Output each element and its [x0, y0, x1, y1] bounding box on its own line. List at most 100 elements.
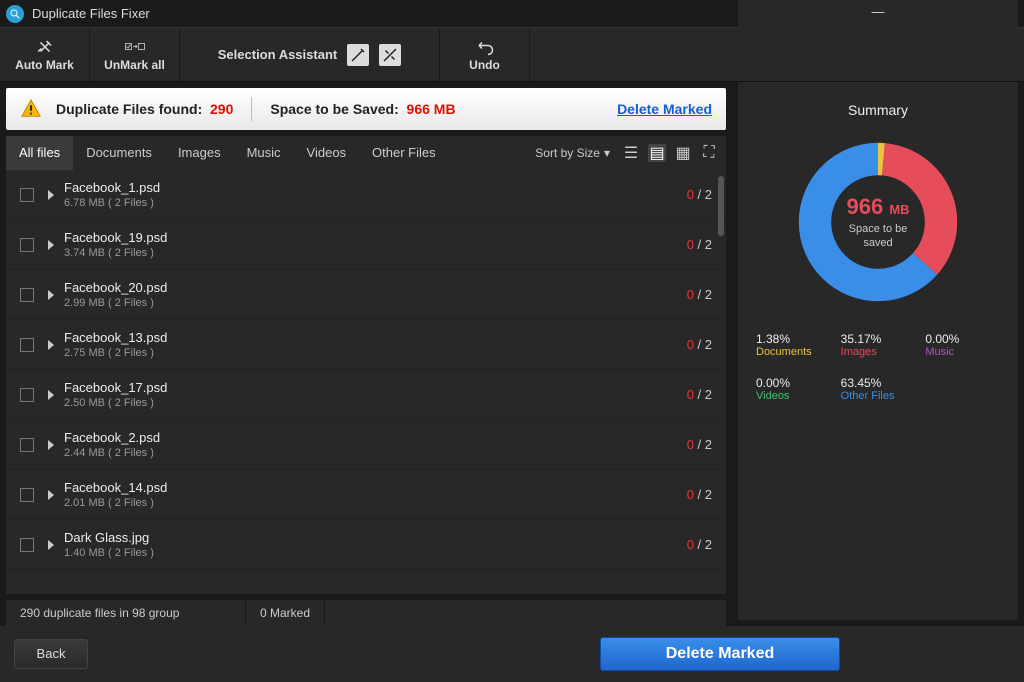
file-meta: 2.50 MB ( 2 Files ): [64, 397, 687, 409]
summary-legend: 1.38%Documents 35.17%Images 0.00%Music 0.00…: [756, 332, 1000, 402]
file-row[interactable]: Facebook_13.psd 2.75 MB ( 2 Files )0 / 2: [6, 320, 726, 370]
app-logo-icon: [6, 5, 24, 23]
file-row[interactable]: Facebook_19.psd3.74 MB ( 2 Files )0 / 2: [6, 220, 726, 270]
tab-all-files[interactable]: All files: [6, 136, 73, 170]
sort-dropdown[interactable]: Sort by Size ▾: [535, 146, 610, 160]
legend-item: 1.38%Documents: [756, 332, 831, 358]
legend-label: Other Files: [841, 390, 916, 402]
back-button[interactable]: Back: [14, 639, 88, 669]
warning-icon: [20, 98, 42, 120]
status-groups: 290 duplicate files in 98 group: [6, 600, 246, 626]
file-row[interactable]: Facebook_2.psd 2.44 MB ( 2 Files )0 / 2: [6, 420, 726, 470]
file-name: Facebook_1.psd: [64, 180, 687, 195]
file-meta: 6.78 MB ( 2 Files ): [64, 197, 687, 209]
unmark-all-button[interactable]: UnMark all: [90, 28, 180, 81]
file-count: 0 / 2: [687, 287, 712, 302]
tab-music[interactable]: Music: [234, 136, 294, 170]
legend-item: 35.17%Images: [841, 332, 916, 358]
row-checkbox[interactable]: [20, 338, 34, 352]
expand-caret-icon[interactable]: [48, 490, 54, 500]
file-name: Facebook_14.psd: [64, 480, 687, 495]
space-label: Space to be Saved:: [270, 101, 398, 117]
tab-other-files[interactable]: Other Files: [359, 136, 449, 170]
bottom-bar: Back Delete Marked: [0, 626, 1024, 682]
view-grid-icon[interactable]: ▦: [674, 144, 692, 162]
minimize-button[interactable]: —: [870, 4, 886, 19]
summary-donut-chart: 966 MB Space to besaved: [788, 132, 968, 312]
row-checkbox[interactable]: [20, 538, 34, 552]
legend-label: Videos: [756, 390, 831, 402]
legend-pct: 63.45%: [841, 376, 916, 390]
legend-item: 63.45%Other Files: [841, 376, 916, 402]
donut-center-sub: Space to besaved: [849, 222, 908, 251]
row-checkbox[interactable]: [20, 188, 34, 202]
file-name: Facebook_19.psd: [64, 230, 687, 245]
donut-center-value: 966 MB: [846, 194, 909, 220]
delete-marked-link[interactable]: Delete Marked: [617, 101, 712, 117]
toolbar: Auto Mark UnMark all Selection Assistant…: [0, 28, 1024, 82]
file-row[interactable]: Facebook_1.psd6.78 MB ( 2 Files )0 / 2: [6, 170, 726, 220]
expand-caret-icon[interactable]: [48, 340, 54, 350]
file-count: 0 / 2: [687, 337, 712, 352]
file-row[interactable]: Facebook_14.psd 2.01 MB ( 2 Files )0 / 2: [6, 470, 726, 520]
file-meta: 3.74 MB ( 2 Files ): [64, 247, 687, 259]
file-count: 0 / 2: [687, 387, 712, 402]
info-bar: Duplicate Files found: 290 Space to be S…: [6, 88, 726, 130]
status-bar: 290 duplicate files in 98 group 0 Marked: [6, 600, 726, 626]
legend-pct: 0.00%: [756, 376, 831, 390]
file-name: Dark Glass.jpg: [64, 530, 687, 545]
file-count: 0 / 2: [687, 537, 712, 552]
summary-title: Summary: [756, 102, 1000, 118]
found-count: 290: [210, 101, 233, 117]
app-title: Duplicate Files Fixer: [32, 6, 732, 21]
legend-item: 0.00%Music: [925, 332, 1000, 358]
row-checkbox[interactable]: [20, 388, 34, 402]
summary-panel: Summary 966 MB Space to besaved 1.38%Doc…: [738, 88, 1018, 620]
file-count: 0 / 2: [687, 437, 712, 452]
tools-icon: [379, 44, 401, 66]
expand-caret-icon[interactable]: [48, 540, 54, 550]
row-checkbox[interactable]: [20, 488, 34, 502]
file-name: Facebook_2.psd: [64, 430, 687, 445]
space-value: 966 MB: [407, 101, 456, 117]
row-checkbox[interactable]: [20, 238, 34, 252]
legend-label: Documents: [756, 346, 831, 358]
file-meta: 2.01 MB ( 2 Files ): [64, 497, 687, 509]
row-checkbox[interactable]: [20, 288, 34, 302]
delete-marked-button[interactable]: Delete Marked: [600, 637, 840, 671]
tab-images[interactable]: Images: [165, 136, 234, 170]
file-row[interactable]: Dark Glass.jpg1.40 MB ( 2 Files )0 / 2: [6, 520, 726, 570]
file-row[interactable]: Facebook_17.psd 2.50 MB ( 2 Files )0 / 2: [6, 370, 726, 420]
status-marked: 0 Marked: [246, 600, 325, 626]
fullscreen-icon[interactable]: ⛶: [700, 144, 718, 162]
found-label: Duplicate Files found:: [56, 101, 202, 117]
file-count: 0 / 2: [687, 487, 712, 502]
auto-mark-button[interactable]: Auto Mark: [0, 28, 90, 81]
file-row[interactable]: Facebook_20.psd 2.99 MB ( 2 Files )0 / 2: [6, 270, 726, 320]
filter-tabs: All filesDocumentsImagesMusicVideosOther…: [6, 136, 726, 170]
selection-assistant-button[interactable]: Selection Assistant: [180, 28, 440, 81]
file-name: Facebook_20.psd: [64, 280, 687, 295]
expand-caret-icon[interactable]: [48, 190, 54, 200]
expand-caret-icon[interactable]: [48, 390, 54, 400]
view-list-icon[interactable]: ☰: [622, 144, 640, 162]
expand-caret-icon[interactable]: [48, 440, 54, 450]
legend-pct: 35.17%: [841, 332, 916, 346]
file-meta: 2.99 MB ( 2 Files ): [64, 297, 687, 309]
file-list[interactable]: Facebook_1.psd6.78 MB ( 2 Files )0 / 2Fa…: [6, 170, 726, 594]
scrollbar-thumb[interactable]: [718, 176, 724, 236]
tab-videos[interactable]: Videos: [294, 136, 360, 170]
view-details-icon[interactable]: ▤: [648, 144, 666, 162]
row-checkbox[interactable]: [20, 438, 34, 452]
undo-button[interactable]: Undo: [440, 28, 530, 81]
chevron-down-icon: ▾: [604, 146, 610, 160]
tab-documents[interactable]: Documents: [73, 136, 165, 170]
expand-caret-icon[interactable]: [48, 240, 54, 250]
legend-item: 0.00%Videos: [756, 376, 831, 402]
file-meta: 2.44 MB ( 2 Files ): [64, 447, 687, 459]
file-name: Facebook_17.psd: [64, 380, 687, 395]
expand-caret-icon[interactable]: [48, 290, 54, 300]
legend-pct: 1.38%: [756, 332, 831, 346]
file-name: Facebook_13.psd: [64, 330, 687, 345]
file-meta: 2.75 MB ( 2 Files ): [64, 347, 687, 359]
